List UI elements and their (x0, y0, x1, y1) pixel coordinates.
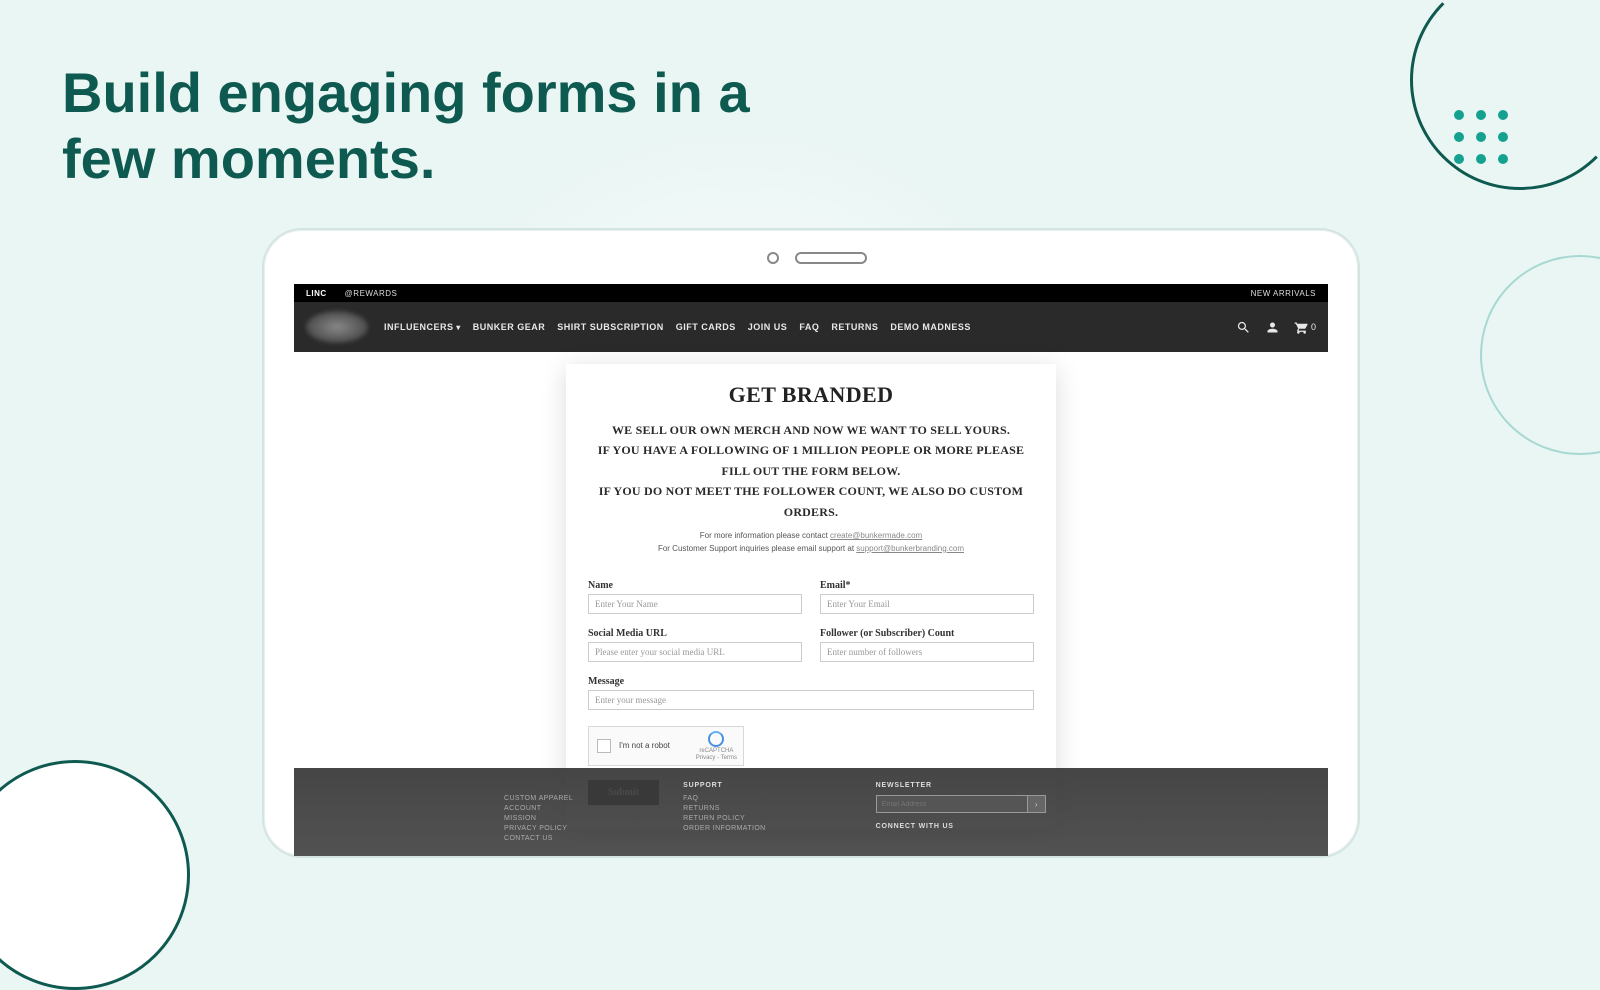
topbar-linc[interactable]: LINC (306, 289, 327, 298)
info2-pre: For Customer Support inquiries please em… (658, 544, 856, 553)
form-subhead-1: WE SELL OUR OWN MERCH AND NOW WE WANT TO… (588, 420, 1034, 440)
email-input[interactable] (820, 594, 1034, 614)
field-message: Message (588, 676, 1034, 710)
nav-influencers[interactable]: INFLUENCERS (384, 322, 461, 332)
nav-join-us[interactable]: JOIN US (748, 322, 788, 332)
footer-link[interactable]: ACCOUNT (504, 805, 573, 812)
field-email: Email* (820, 580, 1034, 614)
tablet-speaker (795, 252, 867, 264)
nav-gift-cards[interactable]: GIFT CARDS (676, 322, 736, 332)
info1-pre: For more information please contact (700, 531, 830, 540)
footer-news-h: NEWSLETTER (876, 782, 1046, 789)
topbar-right[interactable]: NEW ARRIVALS (1251, 289, 1316, 298)
tablet-camera (767, 252, 779, 264)
social-input[interactable] (588, 642, 802, 662)
nav-returns[interactable]: RETURNS (831, 322, 878, 332)
topbar: LINC @REWARDS NEW ARRIVALS (294, 284, 1328, 302)
search-icon[interactable] (1236, 320, 1251, 335)
brand-logo[interactable] (306, 311, 368, 343)
content-area: GET BRANDED WE SELL OUR OWN MERCH AND NO… (294, 352, 1328, 856)
recaptcha[interactable]: I'm not a robot reCAPTCHA Privacy - Term… (588, 726, 744, 766)
message-label: Message (588, 676, 1034, 687)
newsletter-input[interactable] (876, 795, 1028, 813)
footer-link[interactable]: CONTACT US (504, 835, 573, 842)
name-input[interactable] (588, 594, 802, 614)
form-card: GET BRANDED WE SELL OUR OWN MERCH AND NO… (566, 364, 1056, 829)
field-follower: Follower (or Subscriber) Count (820, 628, 1034, 662)
name-label: Name (588, 580, 802, 591)
email-label: Email* (820, 580, 1034, 591)
tablet-screen: LINC @REWARDS NEW ARRIVALS INFLUENCERS B… (294, 284, 1328, 856)
message-input[interactable] (588, 690, 1034, 710)
field-name: Name (588, 580, 802, 614)
footer-link[interactable]: PRIVACY POLICY (504, 825, 573, 832)
user-icon[interactable] (1265, 320, 1280, 335)
newsletter-input-wrap: › (876, 795, 1046, 813)
cart-icon (1294, 320, 1309, 335)
info2-link[interactable]: support@bunkerbranding.com (856, 544, 964, 553)
recaptcha-text: I'm not a robot (619, 741, 670, 750)
newsletter-submit[interactable]: › (1028, 795, 1046, 813)
footer: . CUSTOM APPAREL ACCOUNT MISSION PRIVACY… (294, 768, 1328, 856)
field-social: Social Media URL (588, 628, 802, 662)
footer-link[interactable]: FAQ (683, 795, 766, 802)
recaptcha-checkbox[interactable] (597, 739, 611, 753)
navbar: INFLUENCERS BUNKER GEAR SHIRT SUBSCRIPTI… (294, 302, 1328, 352)
page-heading: Build engaging forms in a few moments. (62, 60, 822, 192)
social-label: Social Media URL (588, 628, 802, 639)
footer-col-news: NEWSLETTER › CONNECT WITH US (876, 782, 1046, 856)
footer-connect-h: CONNECT WITH US (876, 823, 1046, 830)
footer-col-support: SUPPORT FAQ RETURNS RETURN POLICY ORDER … (683, 782, 766, 856)
arc-mid-right (1480, 255, 1600, 455)
form-title: GET BRANDED (588, 382, 1034, 408)
dots-grid (1454, 110, 1508, 164)
tablet-device: LINC @REWARDS NEW ARRIVALS INFLUENCERS B… (262, 228, 1360, 858)
nav-faq[interactable]: FAQ (799, 322, 819, 332)
nav-right: 0 (1236, 320, 1316, 335)
cart-count: 0 (1311, 322, 1316, 332)
topbar-rewards[interactable]: @REWARDS (345, 289, 398, 298)
form-subhead-2: IF YOU HAVE A FOLLOWING OF 1 MILLION PEO… (588, 440, 1034, 481)
info1-link[interactable]: create@bunkermade.com (830, 531, 922, 540)
footer-col-1: . CUSTOM APPAREL ACCOUNT MISSION PRIVACY… (504, 782, 573, 856)
cart-button[interactable]: 0 (1294, 320, 1316, 335)
form-subhead-3: IF YOU DO NOT MEET THE FOLLOWER COUNT, W… (588, 481, 1034, 522)
circle-bottom-left (0, 760, 190, 990)
follower-input[interactable] (820, 642, 1034, 662)
nav-demo-madness[interactable]: DEMO MADNESS (890, 322, 971, 332)
recaptcha-badge: reCAPTCHA Privacy - Terms (696, 731, 737, 762)
footer-link[interactable]: ORDER INFORMATION (683, 825, 766, 832)
nav-shirt-subscription[interactable]: SHIRT SUBSCRIPTION (557, 322, 664, 332)
follower-label: Follower (or Subscriber) Count (820, 628, 1034, 639)
footer-link[interactable]: RETURN POLICY (683, 815, 766, 822)
footer-support-h: SUPPORT (683, 782, 766, 789)
footer-link[interactable]: MISSION (504, 815, 573, 822)
form-grid: Name Email* Social Media URL Follower (o… (588, 580, 1034, 710)
nav-links: INFLUENCERS BUNKER GEAR SHIRT SUBSCRIPTI… (384, 322, 971, 332)
footer-link[interactable]: CUSTOM APPAREL (504, 795, 573, 802)
footer-link[interactable]: RETURNS (683, 805, 766, 812)
nav-bunker-gear[interactable]: BUNKER GEAR (473, 322, 546, 332)
form-info: For more information please contact crea… (588, 530, 1034, 556)
